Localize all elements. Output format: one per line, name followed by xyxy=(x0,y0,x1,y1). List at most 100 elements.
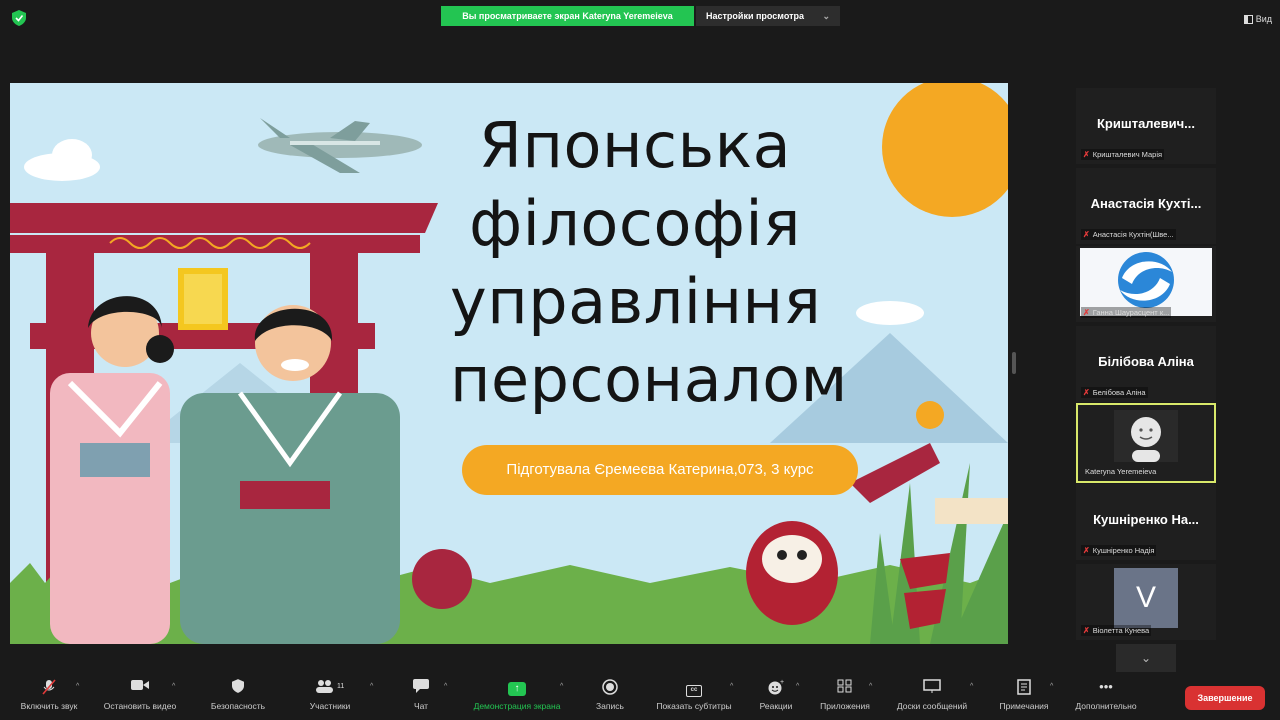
slide-title-line: Японська xyxy=(478,109,792,182)
toolbar-button-label: Остановить видео xyxy=(103,701,177,711)
participant-tile[interactable]: Кришталевич... ✗ Кришталевич Марія xyxy=(1076,88,1216,164)
toolbar-button-label: Чат xyxy=(413,701,429,711)
reactions-icon: + xyxy=(754,679,798,695)
chat-button[interactable]: Чат ^ xyxy=(406,679,447,711)
airplane-shape xyxy=(258,118,422,173)
record-button[interactable]: Запись xyxy=(590,679,630,711)
toolbar-button-label: Показать субтитры xyxy=(656,701,732,711)
active-speaker-tile[interactable]: Kateryna Yeremeieva xyxy=(1076,403,1216,483)
author-pill: Підготувала Єремеєва Катерина,073, 3 кур… xyxy=(462,445,858,495)
record-icon xyxy=(590,679,630,695)
participant-display-name: Кришталевич... xyxy=(1097,116,1195,131)
participant-label: Ганна Шаурасцент к... xyxy=(1092,308,1170,317)
svg-text:+: + xyxy=(780,679,784,686)
boy-character-shape xyxy=(180,305,472,644)
mic-muted-icon: ✗ xyxy=(1083,546,1090,555)
user-avatar-icon xyxy=(1131,417,1161,462)
stop-video-button[interactable]: Остановить видео ^ xyxy=(96,679,184,711)
toolbar-button-label: Запись xyxy=(596,701,624,711)
mic-muted-icon: ✗ xyxy=(1083,150,1090,159)
reactions-button[interactable]: + Реакции ^ xyxy=(754,679,800,711)
caret-up-icon[interactable]: ^ xyxy=(560,683,563,690)
slide-title-line: філософія xyxy=(469,187,801,260)
more-icon: ••• xyxy=(1099,679,1113,694)
top-bar: Вы просматриваете экран Kateryna Yeremei… xyxy=(0,0,1280,40)
show-captions-button[interactable]: cc Показать субтитры ^ xyxy=(646,679,742,711)
toolbar-button-label: Дополнительно xyxy=(1075,701,1137,711)
chevron-down-icon: ⌄ xyxy=(822,11,830,21)
apps-button[interactable]: Приложения ^ xyxy=(815,679,875,711)
view-button[interactable]: Вид xyxy=(1243,14,1272,24)
participant-label: Кришталевич Марія xyxy=(1092,150,1163,159)
share-screen-icon: ↑ xyxy=(462,679,572,696)
mic-muted-icon xyxy=(14,679,84,695)
participant-tile[interactable]: Білібова Аліна ✗ Белібова Аліна xyxy=(1076,326,1216,402)
security-shield-icon[interactable] xyxy=(12,10,26,26)
participant-video-feed xyxy=(1114,410,1178,462)
security-button[interactable]: Безопасность xyxy=(202,679,274,711)
caret-up-icon[interactable]: ^ xyxy=(370,683,373,690)
caret-up-icon[interactable]: ^ xyxy=(970,683,973,690)
more-button[interactable]: ••• Дополнительно xyxy=(1068,679,1144,711)
caret-up-icon[interactable]: ^ xyxy=(76,683,79,690)
notes-button[interactable]: Примечания ^ xyxy=(992,679,1056,711)
participant-display-name: Білібова Аліна xyxy=(1098,354,1194,369)
chat-icon xyxy=(406,679,436,695)
participants-button[interactable]: 11 Участники ^ xyxy=(300,679,373,711)
toolbar-button-label: Включить звук xyxy=(20,701,78,711)
mic-muted-icon: ✗ xyxy=(1083,308,1090,317)
shared-screen-slide: Японська філософія управління персоналом… xyxy=(10,83,1008,644)
captions-icon: cc xyxy=(646,679,742,697)
toolbar-button-label: Доски сообщений xyxy=(896,701,968,711)
meeting-toolbar: Включить звук ^ Остановить видео ^ Безоп… xyxy=(0,675,1280,720)
panel-resize-handle[interactable] xyxy=(1012,352,1016,374)
whiteboards-button[interactable]: Доски сообщений ^ xyxy=(886,679,978,711)
caret-up-icon[interactable]: ^ xyxy=(796,683,799,690)
whiteboard-icon xyxy=(886,679,978,695)
pennant-flag-shape xyxy=(850,443,940,503)
participant-label: Віолетта Кунева xyxy=(1092,626,1150,635)
caret-up-icon[interactable]: ^ xyxy=(869,683,872,690)
mic-muted-icon: ✗ xyxy=(1083,388,1090,397)
end-meeting-button[interactable]: Завершение xyxy=(1185,686,1265,710)
participant-tile[interactable]: ✗ Ганна Шаурасцент к... xyxy=(1076,246,1216,322)
mic-muted-icon: ✗ xyxy=(1083,230,1090,239)
view-options-dropdown[interactable]: Настройки просмотра ⌄ xyxy=(696,6,840,26)
participants-icon: 11 xyxy=(300,679,360,695)
caret-up-icon[interactable]: ^ xyxy=(1050,683,1053,690)
notes-icon xyxy=(992,679,1056,695)
toolbar-button-label: Безопасность xyxy=(210,701,266,711)
participant-count: 11 xyxy=(337,683,344,690)
participant-display-name: Анастасія Кухті... xyxy=(1090,196,1202,211)
scroll-down-chevron-icon[interactable]: ⌄ xyxy=(1116,644,1176,672)
logo-swirl-icon xyxy=(1118,252,1174,308)
mic-muted-icon: ✗ xyxy=(1083,626,1090,635)
video-camera-icon xyxy=(96,679,184,695)
toolbar-button-label: Демонстрация экрана xyxy=(473,701,561,711)
apps-icon xyxy=(815,679,875,695)
unmute-button[interactable]: Включить звук ^ xyxy=(14,679,84,711)
toolbar-button-label: Участники xyxy=(309,701,351,711)
view-button-label: Вид xyxy=(1255,14,1272,24)
participant-tile[interactable]: Кушніренко На... ✗ Кушніренко Надія xyxy=(1076,484,1216,560)
screen-share-banner: Вы просматриваете экран Kateryna Yeremei… xyxy=(441,6,694,26)
caret-up-icon[interactable]: ^ xyxy=(730,683,733,690)
slide-title-line: персоналом xyxy=(450,343,848,416)
participant-tile[interactable]: Анастасія Кухті... ✗ Анастасія Кухтін(Шве… xyxy=(1076,168,1216,244)
participant-tile[interactable]: V ✗ Віолетта Кунева xyxy=(1076,564,1216,640)
caret-up-icon[interactable]: ^ xyxy=(444,683,447,690)
zoom-meeting-window: Вы просматриваете экран Kateryna Yeremei… xyxy=(0,0,1280,720)
sun-shape xyxy=(882,83,1008,217)
toolbar-button-label: Реакции xyxy=(759,701,793,711)
participant-display-name: Кушніренко На... xyxy=(1093,512,1199,527)
participant-initial: V xyxy=(1114,568,1178,628)
shield-icon xyxy=(202,679,274,695)
caret-up-icon[interactable]: ^ xyxy=(172,683,175,690)
participant-video-feed xyxy=(1080,248,1212,316)
daruma-shape xyxy=(746,521,838,625)
slide-title: Японська філософія управління персоналом xyxy=(450,107,848,419)
sign-board-shape xyxy=(935,498,1008,524)
slide-title-line: управління xyxy=(450,265,822,338)
share-screen-button[interactable]: ↑ Демонстрация экрана ^ xyxy=(462,679,572,711)
participant-label: Белібова Аліна xyxy=(1092,388,1146,397)
